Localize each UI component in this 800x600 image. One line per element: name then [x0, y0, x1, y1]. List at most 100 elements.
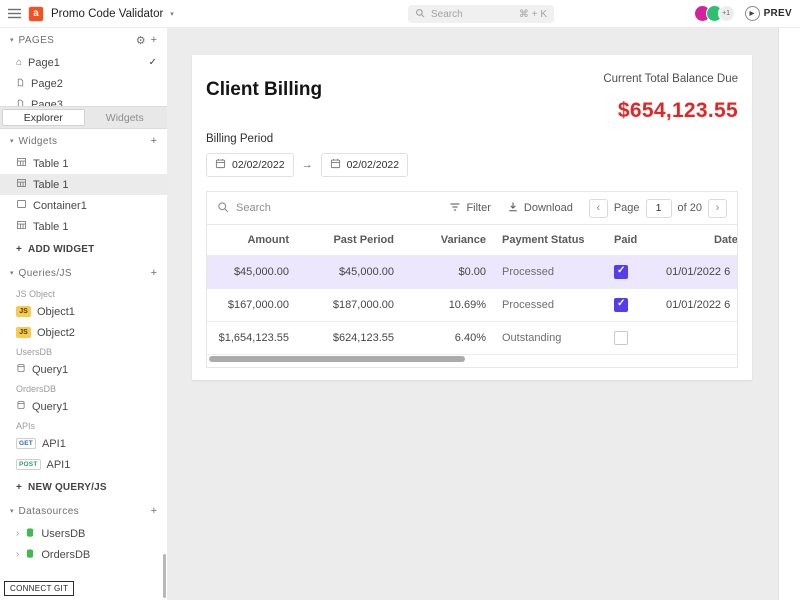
paid-checkbox[interactable] — [614, 265, 628, 279]
variance-cell: $0.00 — [402, 255, 494, 289]
collaborator-avatars[interactable]: +1 — [693, 5, 735, 22]
column-header-variance[interactable]: Variance — [402, 225, 494, 256]
database-icon — [25, 527, 35, 541]
page-title: Client Billing — [206, 79, 323, 100]
datasource-ordersdb-item[interactable]: › OrdersDB — [0, 544, 167, 565]
hamburger-menu-icon[interactable] — [8, 8, 21, 19]
explorer-widgets-tabs: Explorer Widgets — [0, 106, 167, 129]
home-icon: ⌂ — [16, 57, 23, 68]
widget-item-table1-selected[interactable]: Table 1 — [0, 174, 167, 195]
js-object2-item[interactable]: JS Object2 — [0, 322, 167, 343]
add-datasource-icon[interactable]: + — [151, 505, 157, 517]
page-number-input[interactable] — [645, 198, 672, 218]
table-search-input[interactable]: Search — [217, 201, 449, 216]
app-menu-chevron-icon[interactable]: ▾ — [170, 10, 174, 18]
new-query-button[interactable]: + NEW QUERY/JS — [0, 475, 167, 499]
sidebar-item-page1[interactable]: ⌂ Page1 ✓ — [0, 52, 167, 73]
preview-button[interactable]: ▶ PREV — [744, 6, 792, 21]
widgets-section-header: ▾ Widgets + — [0, 129, 167, 153]
prev-page-button[interactable]: ‹ — [588, 198, 608, 218]
search-shortcut-hint: ⌘ + K — [518, 8, 547, 20]
table-search-placeholder: Search — [236, 202, 271, 214]
table-pagination: ‹ Page of 20 › — [588, 198, 727, 218]
page-file-icon — [16, 98, 25, 106]
filter-button[interactable]: Filter — [449, 201, 491, 216]
expand-chevron-icon[interactable]: › — [16, 549, 19, 560]
sidebar-item-page2[interactable]: Page2 — [0, 73, 167, 94]
column-header-date[interactable]: Date — [658, 225, 737, 256]
usersdb-query1-item[interactable]: Query1 — [0, 359, 167, 380]
column-header-paid[interactable]: Paid — [606, 225, 658, 256]
page-total-label: of 20 — [677, 202, 702, 214]
search-placeholder: Search — [431, 8, 463, 20]
horizontal-scrollbar-thumb[interactable] — [209, 356, 465, 362]
table-row[interactable]: $45,000.00 $45,000.00 $0.00 Processed 01… — [207, 255, 737, 289]
app-name[interactable]: Promo Code Validator — [51, 8, 163, 20]
ordersdb-query1-item[interactable]: Query1 — [0, 396, 167, 417]
table-row[interactable]: $167,000.00 $187,000.00 10.69% Processed… — [207, 288, 737, 322]
page-label: Page — [613, 202, 640, 214]
datasources-section-header: ▾ Datasources + — [0, 499, 167, 523]
container-widget: Client Billing Current Total Balance Due… — [192, 55, 752, 380]
property-pane-collapsed-strip — [778, 28, 800, 600]
date-cell: 01/01/2022 6 — [658, 288, 737, 322]
sidebar-scrollbar[interactable] — [163, 554, 166, 598]
collapse-queries-icon[interactable]: ▾ — [10, 269, 14, 277]
search-icon — [217, 201, 229, 216]
collapse-pages-icon[interactable]: ▾ — [10, 36, 14, 44]
api-label: API1 — [41, 437, 66, 450]
add-page-icon[interactable]: + — [151, 34, 157, 46]
tab-explorer[interactable]: Explorer — [2, 109, 85, 126]
queries-section-title: Queries/JS — [18, 267, 72, 279]
date-to-value: 02/02/2022 — [346, 159, 400, 171]
widget-item-table1-2[interactable]: Table 1 — [0, 216, 167, 237]
column-header-amount[interactable]: Amount — [207, 225, 297, 256]
column-header-past-period[interactable]: Past Period — [297, 225, 402, 256]
api1-get-item[interactable]: GET API1 — [0, 433, 167, 454]
tab-widgets[interactable]: Widgets — [85, 109, 166, 126]
date-from-input[interactable]: 02/02/2022 — [206, 153, 294, 177]
preview-label: PREV — [763, 8, 792, 19]
avatar-overflow-badge[interactable]: +1 — [717, 5, 735, 22]
next-page-button[interactable]: › — [708, 198, 727, 218]
date-to-input[interactable]: 02/02/2022 — [320, 153, 409, 177]
download-button[interactable]: Download — [507, 201, 573, 216]
table-toolbar: Search Filter Download ‹ Page of 20 › — [207, 192, 737, 225]
widget-item-table1[interactable]: Table 1 — [0, 153, 167, 174]
app-logo[interactable]: a — [28, 5, 44, 22]
paid-checkbox[interactable] — [614, 331, 628, 345]
widget-label: Table 1 — [33, 157, 69, 170]
sidebar-item-page3[interactable]: Page3 — [0, 94, 167, 106]
js-object1-item[interactable]: JS Object1 — [0, 301, 167, 322]
global-search-input[interactable]: Search ⌘ + K — [408, 5, 554, 23]
active-page-check-icon: ✓ — [148, 57, 157, 68]
connect-git-button[interactable]: CONNECT GIT — [4, 581, 75, 596]
play-icon: ▶ — [744, 6, 760, 21]
add-widget-button[interactable]: + ADD WIDGET — [0, 237, 167, 261]
table-row[interactable]: $1,654,123.55 $624,123.55 6.40% Outstand… — [207, 321, 737, 355]
database-icon — [25, 548, 35, 562]
payment-status-cell: Processed — [494, 288, 606, 322]
collapse-widgets-icon[interactable]: ▾ — [10, 137, 14, 145]
amount-cell: $45,000.00 — [207, 255, 297, 289]
datasource-usersdb-item[interactable]: › UsersDB — [0, 523, 167, 544]
past-period-cell: $624,123.55 — [297, 321, 402, 355]
js-object-group-label: JS Object — [16, 289, 56, 299]
add-query-icon[interactable]: + — [151, 267, 157, 279]
app-menu-area: a Promo Code Validator ▾ — [8, 5, 174, 22]
paid-checkbox[interactable] — [614, 298, 628, 312]
datasource-label: OrdersDB — [41, 548, 91, 561]
add-widget-icon[interactable]: + — [151, 135, 157, 147]
table-scroll-area: Amount Past Period Variance Payment Stat… — [207, 225, 737, 355]
variance-cell: 6.40% — [402, 321, 494, 355]
widget-item-container1[interactable]: Container1 — [0, 195, 167, 216]
collapse-datasources-icon[interactable]: ▾ — [10, 507, 14, 515]
expand-chevron-icon[interactable]: › — [16, 528, 19, 539]
navbar-right: +1 ▶ PREV — [693, 5, 792, 22]
column-header-payment-status[interactable]: Payment Status — [494, 225, 606, 256]
horizontal-scrollbar-track — [209, 356, 735, 365]
apis-group-label: APIs — [16, 421, 36, 431]
api1-post-item[interactable]: POST API1 — [0, 454, 167, 475]
app-canvas: Client Billing Current Total Balance Due… — [168, 28, 778, 600]
pages-settings-gear-icon[interactable]: ⚙ — [136, 34, 146, 47]
